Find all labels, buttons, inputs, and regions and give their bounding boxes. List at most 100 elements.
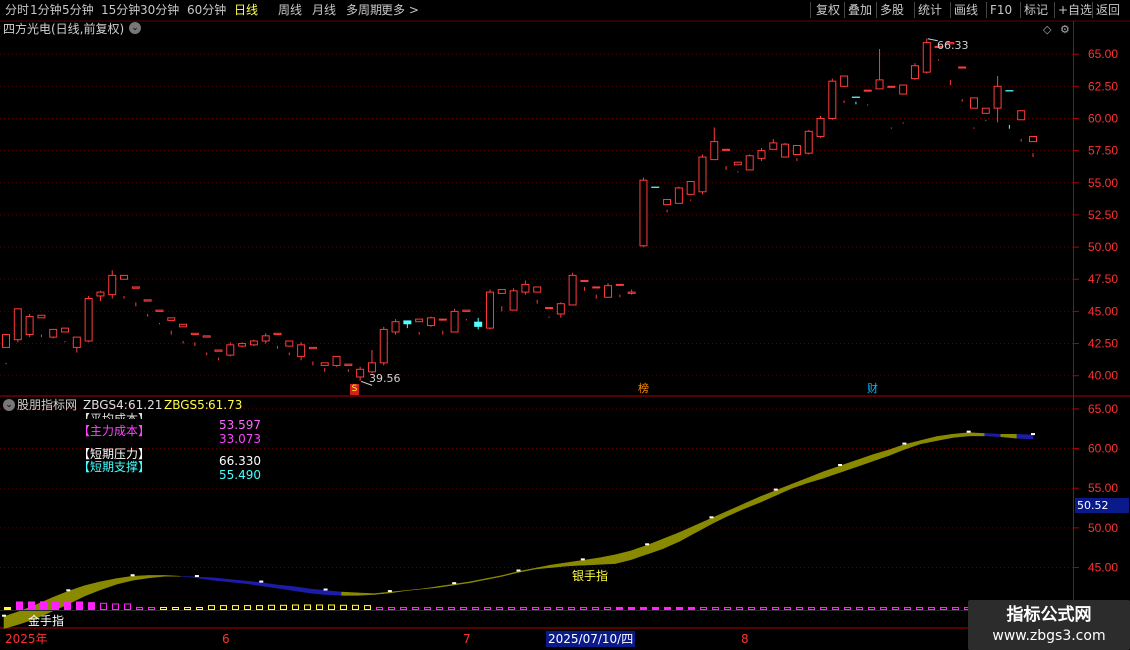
period-tab-5[interactable]: 60分钟 xyxy=(187,0,226,20)
indicator-name[interactable]: 股朋指标网 xyxy=(17,398,77,412)
momentum-bar xyxy=(52,601,59,610)
candle xyxy=(533,286,542,304)
tool-button-4[interactable]: 画线 xyxy=(954,0,978,20)
short-support-value: 55.490 xyxy=(219,468,261,482)
candle-body xyxy=(556,303,565,315)
candle xyxy=(828,78,837,120)
band-segment xyxy=(920,436,937,445)
y-tick-label: 45.00 xyxy=(1088,304,1118,318)
band-segment xyxy=(775,483,793,496)
momentum-bar xyxy=(520,607,527,610)
candle xyxy=(816,115,825,138)
period-tab-8[interactable]: 月线 xyxy=(312,0,336,20)
candle-body xyxy=(509,290,518,311)
momentum-bar xyxy=(760,607,767,610)
candle xyxy=(674,186,683,204)
candle xyxy=(426,316,435,327)
tool-separator xyxy=(986,2,987,18)
candle xyxy=(214,349,223,361)
momentum-bar xyxy=(472,607,479,610)
candlestick-series[interactable] xyxy=(2,38,1037,381)
y-tick-label: 55.00 xyxy=(1088,481,1118,495)
band-segment xyxy=(260,582,278,589)
tool-button-8[interactable]: 返回 xyxy=(1096,0,1120,20)
chart-title[interactable]: 四方光电(日线,前复权) xyxy=(3,22,124,36)
band-segment xyxy=(952,432,969,438)
candle xyxy=(722,148,731,170)
momentum-bar xyxy=(592,607,599,610)
band-segment xyxy=(325,590,342,596)
low-price-mark: 39.56 xyxy=(369,372,401,385)
band-dot xyxy=(130,574,135,577)
candle-body xyxy=(49,328,58,338)
band-segment xyxy=(968,432,986,437)
short-pressure-value: 66.330 xyxy=(219,454,261,468)
period-tab-1[interactable]: 1分钟 xyxy=(30,0,62,20)
tool-button-2[interactable]: 多股 xyxy=(880,0,904,20)
momentum-bar xyxy=(244,605,251,610)
avg-cost-label: 【平均成本】 xyxy=(78,412,151,419)
main-cost-value: 33.073 xyxy=(219,432,261,446)
period-tab-2[interactable]: 5分钟 xyxy=(62,0,94,20)
candle xyxy=(308,346,317,366)
tool-button-0[interactable]: 复权 xyxy=(816,0,840,20)
candle-body xyxy=(828,80,837,119)
y-tick-label: 50.00 xyxy=(1088,521,1118,535)
chevron-down-icon[interactable]: ⌄ xyxy=(129,22,141,34)
period-tab-0[interactable]: 分时 xyxy=(5,0,29,20)
momentum-bar xyxy=(208,605,215,610)
candle-body xyxy=(131,286,140,289)
candle xyxy=(379,326,388,366)
momentum-bar xyxy=(460,607,467,610)
tool-button-1[interactable]: 叠加 xyxy=(848,0,872,20)
band-segment xyxy=(84,581,101,597)
month-7-label: 7 xyxy=(463,632,471,646)
period-tab-3[interactable]: 15分钟 xyxy=(101,0,140,20)
candle-body xyxy=(179,323,188,328)
momentum-bar xyxy=(796,607,803,610)
momentum-bar xyxy=(556,607,563,610)
momentum-bar xyxy=(256,605,263,610)
period-tab-9[interactable]: 多周期 xyxy=(346,0,382,20)
candle xyxy=(320,362,329,372)
candle xyxy=(993,76,1002,123)
momentum-bar xyxy=(232,605,239,610)
candle-body xyxy=(167,317,176,321)
candle-body xyxy=(320,362,329,366)
year-label: 2025年 xyxy=(5,632,48,646)
candle-body xyxy=(261,335,270,342)
candle-body xyxy=(356,368,365,378)
candle xyxy=(698,154,707,195)
candle xyxy=(887,85,896,129)
period-tab-4[interactable]: 30分钟 xyxy=(140,0,179,20)
sell-marker: S xyxy=(350,384,359,395)
candle xyxy=(143,299,152,317)
candle-body xyxy=(143,299,152,302)
period-tab-10[interactable]: 更多 > xyxy=(381,0,419,20)
tool-button-5[interactable]: F10 xyxy=(990,0,1012,20)
indicator-toggle-icon[interactable]: ⌄ xyxy=(3,399,15,411)
candle-body xyxy=(545,307,554,310)
candle xyxy=(545,307,554,318)
candle-body xyxy=(863,89,872,92)
indicator-band[interactable] xyxy=(2,430,1035,629)
chart-canvas[interactable]: 40.00 42.50 45.00 47.50 50.00 52.50 55.00 57.50… xyxy=(0,0,1130,650)
band-segment xyxy=(759,490,777,503)
candle xyxy=(72,336,81,353)
candle-body xyxy=(922,42,931,73)
band-dot xyxy=(773,488,778,491)
momentum-bar xyxy=(916,607,923,610)
momentum-bar xyxy=(628,607,635,610)
period-tab-7[interactable]: 周线 xyxy=(278,0,302,20)
band-segment xyxy=(711,510,728,525)
candle xyxy=(438,318,447,335)
tool-button-6[interactable]: 标记 xyxy=(1024,0,1048,20)
momentum-bar xyxy=(184,607,191,610)
candle xyxy=(120,274,129,299)
tool-button-3[interactable]: 统计 xyxy=(918,0,942,20)
diamond-icon[interactable]: ◇ xyxy=(1043,23,1051,37)
gear-icon[interactable]: ⚙ xyxy=(1060,23,1070,37)
candle-body xyxy=(769,142,778,150)
tool-button-7[interactable]: +自选 xyxy=(1058,0,1092,20)
period-tab-6[interactable]: 日线 xyxy=(234,0,258,20)
